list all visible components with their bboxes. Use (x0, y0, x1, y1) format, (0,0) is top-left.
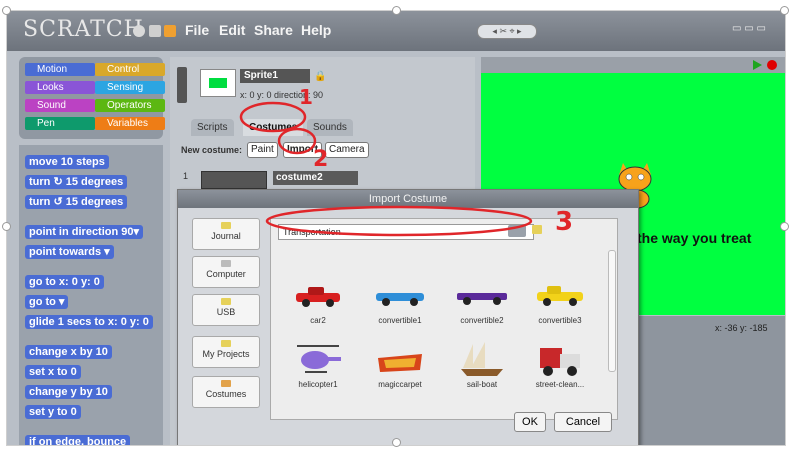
resize-handle[interactable] (780, 6, 789, 15)
annotation-number-3: 3 (555, 207, 574, 237)
annotation-number-2: 2 (313, 147, 329, 172)
resize-handle[interactable] (780, 222, 789, 231)
screenshot-frame: SCRATCH File Edit Share Help ◂ ✂ ⌖ ▸ ▭ ▭… (6, 10, 786, 446)
resize-handle[interactable] (2, 6, 11, 15)
annotation-overlay (239, 101, 533, 237)
resize-handle[interactable] (392, 6, 401, 15)
resize-handle[interactable] (392, 438, 401, 447)
annotation-number-1: 1 (299, 85, 313, 109)
resize-handle[interactable] (2, 222, 11, 231)
